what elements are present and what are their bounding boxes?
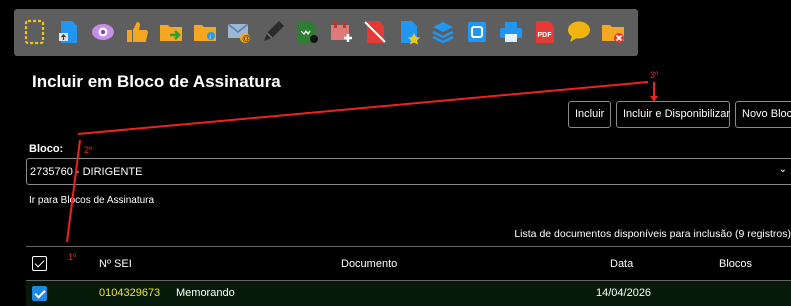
annotation-step-1: 1º [68,252,77,262]
annotation-step-2: 2º [84,145,93,155]
annotation-arrows [66,81,658,243]
annotation-step-3: 3º [650,70,659,80]
